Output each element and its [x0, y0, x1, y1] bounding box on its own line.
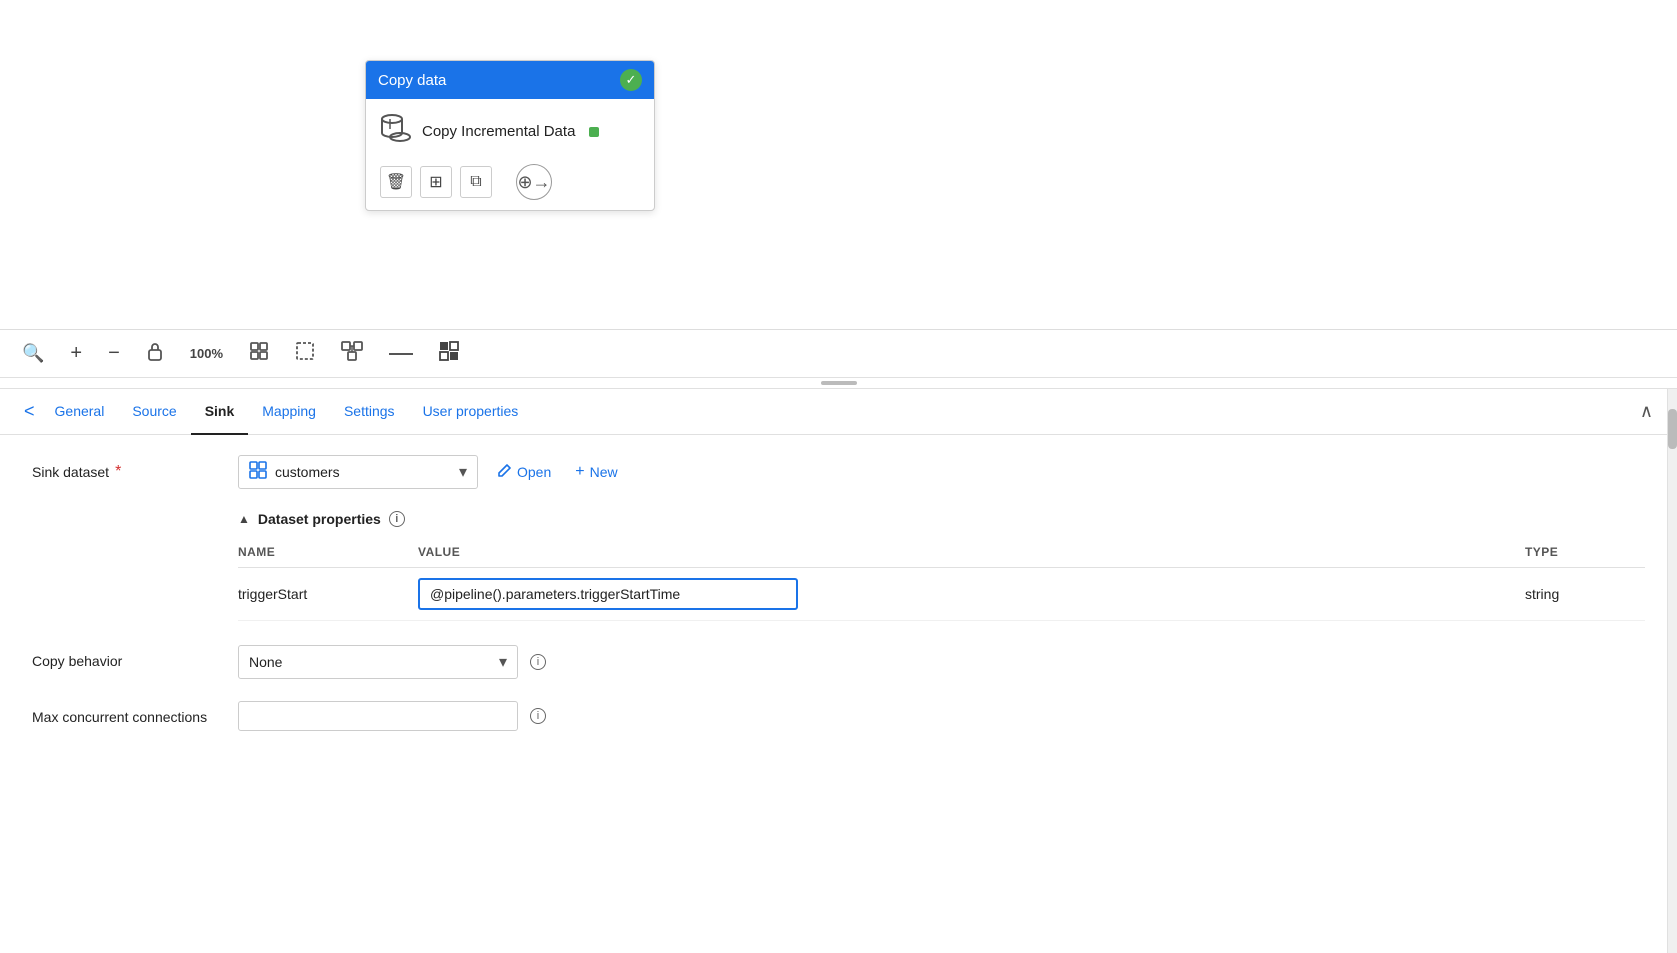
- copy-data-node[interactable]: Copy data ✓ Copy Incremental Data 🗑 ⊞ ⧉: [365, 60, 655, 211]
- fit-icon: [249, 341, 269, 366]
- tab-user-properties[interactable]: User properties: [409, 389, 533, 435]
- sink-dataset-row: Sink dataset * customers ▾ Open: [32, 455, 1645, 489]
- arrange-icon: [341, 341, 363, 366]
- node-copy-btn[interactable]: ⧉: [460, 166, 492, 198]
- scrollbar-thumb[interactable]: [1668, 409, 1677, 449]
- sink-panel-content: Sink dataset * customers ▾ Open: [0, 435, 1677, 773]
- copy-behavior-value: None: [249, 654, 491, 670]
- select-btn[interactable]: [291, 339, 319, 368]
- copy-behavior-arrow-icon: ▾: [499, 652, 507, 672]
- node-actions: 🗑 ⊞ ⧉ ⊕→: [366, 158, 654, 210]
- tab-general[interactable]: General: [41, 389, 119, 435]
- properties-panel: < General Source Sink Mapping Settings U…: [0, 388, 1677, 953]
- node-status-dot: [589, 127, 599, 137]
- dataset-props-header[interactable]: ▲ Dataset properties i: [238, 511, 1645, 527]
- node-body: Copy Incremental Data: [366, 99, 654, 158]
- fit-view-btn[interactable]: [245, 339, 273, 368]
- dataset-dropdown-icon: [249, 461, 267, 484]
- row-type: string: [1525, 568, 1645, 621]
- open-btn[interactable]: Open: [490, 459, 557, 486]
- pencil-icon: [496, 463, 512, 482]
- add-icon: +: [70, 342, 82, 365]
- sink-dataset-label: Sink dataset *: [32, 455, 222, 481]
- node-check-icon: ✓: [620, 69, 642, 91]
- new-btn[interactable]: + New: [569, 459, 623, 485]
- tab-collapse-btn[interactable]: ∧: [1634, 401, 1659, 422]
- col-header-type: TYPE: [1525, 541, 1645, 568]
- sink-dataset-controls: customers ▾ Open + New: [238, 455, 1645, 489]
- tab-mapping[interactable]: Mapping: [248, 389, 330, 435]
- dataset-props-table: NAME VALUE TYPE triggerStart: [238, 541, 1645, 621]
- dataset-props-info-icon[interactable]: i: [389, 511, 405, 527]
- max-connections-label: Max concurrent connections: [32, 701, 222, 725]
- zoom-out-btn[interactable]: −: [104, 340, 124, 367]
- lock-btn[interactable]: [142, 339, 168, 368]
- copy-behavior-info-icon[interactable]: i: [530, 654, 546, 670]
- theme-btn[interactable]: [435, 339, 463, 368]
- scrollbar[interactable]: [1667, 389, 1677, 953]
- row-name: triggerStart: [238, 568, 418, 621]
- tab-prev-btn[interactable]: <: [18, 401, 41, 422]
- sink-dataset-value: customers: [275, 464, 451, 480]
- col-header-name: NAME: [238, 541, 418, 568]
- node-name: Copy Incremental Data: [422, 123, 575, 140]
- table-row: triggerStart string: [238, 568, 1645, 621]
- row-value-input[interactable]: [418, 578, 798, 610]
- lock-icon: [146, 341, 164, 366]
- row-value[interactable]: [418, 568, 1525, 621]
- canvas-area: Copy data ✓ Copy Incremental Data 🗑 ⊞ ⧉: [0, 0, 1677, 330]
- copy-behavior-label: Copy behavior: [32, 645, 222, 669]
- add-btn[interactable]: +: [66, 340, 86, 367]
- tab-sink[interactable]: Sink: [191, 389, 249, 435]
- max-connections-controls: i: [238, 701, 1645, 731]
- resize-bar: [821, 381, 857, 385]
- zoom-percent-icon: 100%: [190, 346, 223, 361]
- node-connect-btn[interactable]: ⊕→: [516, 164, 552, 200]
- dropdown-arrow-icon: ▾: [459, 462, 467, 482]
- tab-settings[interactable]: Settings: [330, 389, 409, 435]
- search-btn[interactable]: 🔍: [18, 341, 48, 366]
- node-delete-btn[interactable]: 🗑: [380, 166, 412, 198]
- arrange-btn[interactable]: [337, 339, 367, 368]
- node-edit-btn[interactable]: ⊞: [420, 166, 452, 198]
- node-title: Copy data: [378, 72, 446, 89]
- plus-icon: +: [575, 463, 584, 481]
- sink-dataset-dropdown[interactable]: customers ▾: [238, 455, 478, 489]
- max-connections-input[interactable]: [238, 701, 518, 731]
- toolbar-divider: [389, 353, 413, 355]
- required-marker: *: [115, 463, 121, 481]
- dataset-properties-section: ▲ Dataset properties i NAME VALUE TYPE: [238, 511, 1645, 621]
- copy-behavior-controls: None ▾ i: [238, 645, 1645, 679]
- collapse-arrow-icon: ▲: [238, 512, 250, 526]
- search-icon: 🔍: [22, 343, 44, 364]
- copy-behavior-row: Copy behavior None ▾ i: [32, 645, 1645, 679]
- copy-behavior-dropdown[interactable]: None ▾: [238, 645, 518, 679]
- zoom-fit-btn[interactable]: 100%: [186, 344, 227, 363]
- col-header-value: VALUE: [418, 541, 1525, 568]
- resize-handle[interactable]: [0, 378, 1677, 388]
- max-connections-info-icon[interactable]: i: [530, 708, 546, 724]
- theme-icon: [439, 341, 459, 366]
- tabs-bar: < General Source Sink Mapping Settings U…: [0, 389, 1677, 435]
- node-header: Copy data ✓: [366, 61, 654, 99]
- canvas-toolbar: 🔍 + − 100%: [0, 330, 1677, 378]
- node-db-icon: [380, 111, 412, 152]
- max-connections-row: Max concurrent connections i: [32, 701, 1645, 731]
- tab-source[interactable]: Source: [118, 389, 190, 435]
- select-icon: [295, 341, 315, 366]
- minus-icon: −: [108, 342, 120, 365]
